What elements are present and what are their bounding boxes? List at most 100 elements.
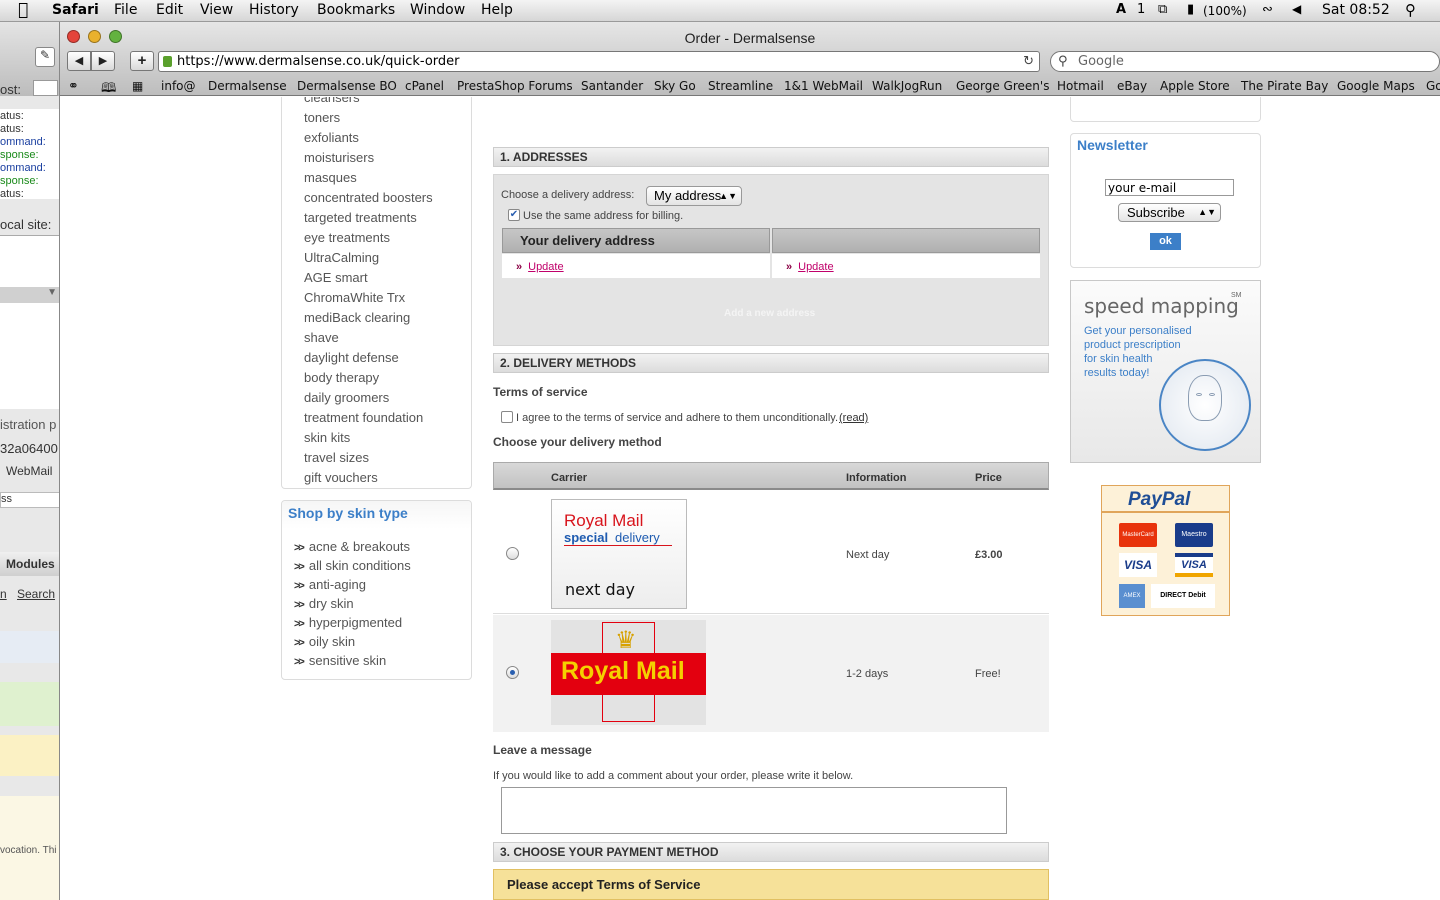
modules-tab[interactable]: Modules: [0, 552, 59, 576]
bookmark-item[interactable]: The Pirate Bay: [1241, 79, 1328, 93]
category-link[interactable]: cleansers: [304, 97, 360, 105]
top-sites-icon[interactable]: ▦: [132, 79, 143, 93]
carrier-radio[interactable]: [506, 666, 519, 679]
newsletter-email-input[interactable]: [1105, 179, 1234, 196]
carrier-row[interactable]: ♛ Royal Mail 1-2 days Free!: [493, 615, 1049, 732]
bookmark-item[interactable]: Dermalsense: [208, 79, 287, 93]
app-menu[interactable]: Safari: [52, 2, 99, 18]
category-link[interactable]: AGE smart: [304, 270, 368, 285]
bookmark-item[interactable]: cPanel: [405, 79, 444, 93]
battery-percent: (100%): [1203, 4, 1247, 18]
bookmark-item[interactable]: Streamline: [708, 79, 773, 93]
skin-type-link[interactable]: >> hyperpigmented: [294, 615, 402, 630]
category-link[interactable]: gift vouchers: [304, 470, 378, 485]
log-line: sponse:: [0, 149, 39, 161]
terms-checkbox[interactable]: [501, 411, 513, 423]
spaces-icon[interactable]: ⧉: [1158, 2, 1167, 17]
bookmark-item[interactable]: eBay: [1117, 79, 1147, 93]
back-button[interactable]: ◀: [67, 51, 91, 71]
bookmark-item[interactable]: George Green's: [956, 79, 1049, 93]
reload-icon[interactable]: ↻: [1023, 52, 1034, 71]
dropdown-bar[interactable]: ▼: [0, 287, 59, 303]
update-delivery-link[interactable]: » Update: [516, 261, 564, 273]
category-link[interactable]: toners: [304, 110, 340, 125]
same-billing-checkbox[interactable]: ✔: [508, 209, 520, 221]
host-field[interactable]: [33, 80, 58, 96]
log-panel: atus: atus: ommand: sponse: ommand: spon…: [0, 109, 59, 200]
category-link[interactable]: daily groomers: [304, 390, 389, 405]
bookmarks-bar: ⚭ 🕮 ▦ info@ Dermalsense Dermalsense BO c…: [60, 76, 1440, 96]
clock[interactable]: Sat 08:52: [1322, 2, 1390, 18]
link-fragment[interactable]: n: [0, 587, 7, 601]
skin-type-link[interactable]: >> dry skin: [294, 596, 354, 611]
bookmark-item[interactable]: Santander: [581, 79, 643, 93]
bookmark-item[interactable]: Dermalsense BO: [297, 79, 397, 93]
wifi-icon[interactable]: ∾: [1262, 2, 1273, 17]
password-field[interactable]: ss: [0, 492, 59, 508]
bookmark-item[interactable]: WalkJogRun: [872, 79, 942, 93]
category-link[interactable]: mediBack clearing: [304, 310, 410, 325]
card-label: VISA: [1181, 559, 1207, 571]
skin-type-link[interactable]: >> oily skin: [294, 634, 355, 649]
edit-icon[interactable]: ✎: [35, 47, 55, 67]
reading-list-icon[interactable]: ⚭: [68, 79, 79, 94]
menu-file[interactable]: File: [114, 2, 137, 18]
category-link[interactable]: travel sizes: [304, 450, 369, 465]
paypal-badge[interactable]: PayPal MasterCard Maestro VISA VISA AMEX…: [1101, 485, 1230, 616]
search-field[interactable]: ⚲ Google: [1050, 51, 1440, 72]
log-line: atus:: [0, 123, 24, 135]
bookmark-item[interactable]: Sky Go: [654, 79, 696, 93]
bookmark-item[interactable]: Hotmail: [1057, 79, 1104, 93]
spotlight-icon[interactable]: ⚲: [1405, 1, 1416, 19]
address-bar[interactable]: https://www.dermalsense.co.uk/quick-orde…: [158, 51, 1040, 72]
category-link[interactable]: targeted treatments: [304, 210, 417, 225]
menu-bookmarks[interactable]: Bookmarks: [317, 2, 395, 18]
skin-type-link[interactable]: >> all skin conditions: [294, 558, 411, 573]
category-link[interactable]: skin kits: [304, 430, 350, 445]
update-invoice-link[interactable]: » Update: [786, 261, 834, 273]
skin-type-link[interactable]: >> anti-aging: [294, 577, 366, 592]
skin-type-link[interactable]: >> sensitive skin: [294, 653, 386, 668]
bookmark-item[interactable]: Go: [1426, 79, 1440, 93]
bookmark-item[interactable]: Google Maps: [1337, 79, 1415, 93]
adobe-status-icon[interactable]: A: [1116, 2, 1126, 17]
add-bookmark-button[interactable]: +: [130, 51, 154, 71]
search-link[interactable]: Search: [17, 587, 55, 601]
category-link[interactable]: body therapy: [304, 370, 379, 385]
webmail-text[interactable]: WebMail: [6, 464, 52, 478]
add-address-button[interactable]: Add a new address: [724, 308, 815, 319]
category-link[interactable]: shave: [304, 330, 339, 345]
forward-button[interactable]: ▶: [91, 51, 115, 71]
message-textarea[interactable]: [501, 787, 1007, 834]
menu-help[interactable]: Help: [481, 2, 513, 18]
category-link[interactable]: daylight defense: [304, 350, 399, 365]
address-select[interactable]: My address ▲▼: [646, 186, 742, 206]
category-link[interactable]: treatment foundation: [304, 410, 423, 425]
category-link[interactable]: concentrated boosters: [304, 190, 433, 205]
menu-window[interactable]: Window: [410, 2, 465, 18]
newsletter-ok-button[interactable]: ok: [1150, 233, 1181, 250]
category-link[interactable]: moisturisers: [304, 150, 374, 165]
carrier-radio[interactable]: [506, 547, 519, 560]
menu-view[interactable]: View: [200, 2, 233, 18]
category-link[interactable]: UltraCalming: [304, 250, 379, 265]
terms-read-link[interactable]: (read): [839, 412, 868, 424]
category-link[interactable]: eye treatments: [304, 230, 390, 245]
bookmark-item[interactable]: 1&1 WebMail: [784, 79, 863, 93]
speed-mapping-banner[interactable]: speed mapping SM Get your personalised p…: [1070, 280, 1261, 463]
category-link[interactable]: ChromaWhite Trx: [304, 290, 405, 305]
menu-edit[interactable]: Edit: [156, 2, 183, 18]
apple-menu-icon[interactable]: : [18, 0, 28, 20]
battery-icon[interactable]: ▮: [1187, 2, 1194, 17]
volume-icon[interactable]: ◀: [1292, 2, 1301, 16]
bookmark-item[interactable]: Apple Store: [1160, 79, 1230, 93]
skin-type-link[interactable]: >> acne & breakouts: [294, 539, 410, 554]
category-link[interactable]: masques: [304, 170, 357, 185]
category-link[interactable]: exfoliants: [304, 130, 359, 145]
carrier-row[interactable]: Royal Mail special delivery next day Nex…: [493, 494, 1049, 614]
logo-underline: [564, 545, 672, 546]
bookmark-item[interactable]: info@: [161, 79, 196, 93]
bookmark-item[interactable]: PrestaShop Forums: [457, 79, 573, 93]
newsletter-action-select[interactable]: Subscribe ▲▼: [1118, 203, 1221, 222]
menu-history[interactable]: History: [249, 2, 299, 18]
